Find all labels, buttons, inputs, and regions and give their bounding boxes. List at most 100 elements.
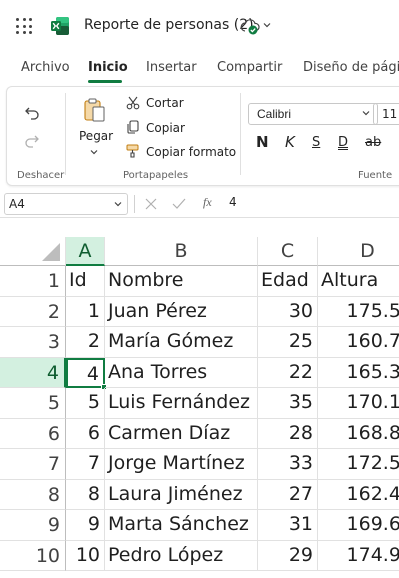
cell-c10[interactable]: 29 bbox=[258, 540, 318, 571]
cell-d6[interactable]: 168.80 bbox=[318, 419, 399, 449]
cell-a9[interactable]: 9 bbox=[66, 510, 105, 541]
enter-check-icon[interactable] bbox=[172, 198, 186, 210]
spreadsheet-grid: A B C D 1 Id Nombre Edad Altura 2 1 Juan Pérez 30 175… bbox=[0, 237, 399, 578]
format-painter-button[interactable]: Copiar formato bbox=[146, 145, 236, 159]
column-header-c[interactable]: C bbox=[258, 237, 318, 266]
formula-input[interactable]: 4 bbox=[229, 195, 237, 209]
cell-b8[interactable]: Laura Jiménez bbox=[105, 479, 258, 510]
cell-d9[interactable]: 169.60 bbox=[318, 510, 399, 541]
cell-c6[interactable]: 28 bbox=[258, 418, 318, 449]
cell-b4[interactable]: Ana Torres bbox=[105, 357, 258, 388]
cut-icon[interactable] bbox=[126, 96, 140, 110]
cell-c1[interactable]: Edad bbox=[258, 266, 318, 297]
row-header-8[interactable]: 8 bbox=[0, 479, 66, 510]
font-size-dropdown[interactable]: 11 bbox=[373, 103, 399, 125]
copy-button[interactable]: Copiar bbox=[146, 121, 185, 135]
row-header-7[interactable]: 7 bbox=[0, 449, 66, 480]
app-launcher-icon[interactable] bbox=[16, 18, 32, 34]
cell-c5[interactable]: 35 bbox=[258, 388, 318, 419]
row-header-3[interactable]: 3 bbox=[0, 327, 66, 358]
formula-bar-divider bbox=[134, 195, 135, 213]
font-name-dropdown[interactable]: Calibri bbox=[248, 103, 378, 125]
cell-a7[interactable]: 7 bbox=[66, 449, 105, 480]
column-header-b[interactable]: B bbox=[105, 237, 258, 266]
formula-bar: A4 fx 4 bbox=[0, 190, 399, 218]
tab-inicio[interactable]: Inicio bbox=[88, 60, 128, 75]
double-underline-button[interactable]: D bbox=[338, 135, 348, 150]
ribbon-divider bbox=[65, 93, 66, 175]
chevron-down-icon bbox=[362, 111, 370, 116]
cell-d8[interactable]: 162.45 bbox=[318, 480, 399, 510]
column-header-a[interactable]: A bbox=[66, 237, 105, 266]
document-title[interactable]: Reporte de personas (2) bbox=[84, 17, 254, 33]
cell-d5[interactable]: 170.10 bbox=[318, 388, 399, 419]
cell-b9[interactable]: Marta Sánchez bbox=[105, 510, 258, 541]
cell-d3[interactable]: 160.75 bbox=[318, 327, 399, 358]
undo-group-label: Deshacer bbox=[17, 170, 65, 181]
cell-c4[interactable]: 22 bbox=[258, 357, 318, 388]
cell-d1[interactable]: Altura bbox=[318, 266, 399, 297]
insert-function-icon[interactable]: fx bbox=[203, 195, 212, 210]
undo-icon[interactable] bbox=[24, 105, 40, 121]
cell-c9[interactable]: 31 bbox=[258, 510, 318, 541]
format-painter-icon[interactable] bbox=[126, 144, 140, 158]
cell-d4[interactable]: 165.30 bbox=[318, 358, 399, 388]
cell-d10[interactable]: 174.90 bbox=[318, 541, 399, 571]
cell-a10[interactable]: 10 bbox=[66, 540, 105, 571]
active-tab-indicator bbox=[88, 80, 122, 83]
column-header-d[interactable]: D bbox=[318, 237, 399, 266]
bold-button[interactable]: N bbox=[256, 133, 269, 151]
redo-icon[interactable] bbox=[24, 133, 40, 149]
name-box-value: A4 bbox=[9, 197, 25, 211]
cell-c8[interactable]: 27 bbox=[258, 479, 318, 510]
cell-c3[interactable]: 25 bbox=[258, 327, 318, 358]
cell-d2[interactable]: 175.50 bbox=[318, 297, 399, 327]
paste-icon[interactable] bbox=[83, 97, 107, 123]
cell-c2[interactable]: 30 bbox=[258, 296, 318, 327]
row-header-2[interactable]: 2 bbox=[0, 296, 66, 327]
cell-b7[interactable]: Jorge Martínez bbox=[105, 449, 258, 480]
ribbon-tabs: Archivo Inicio Insertar Compartir Diseño… bbox=[0, 54, 399, 84]
row-header-10[interactable]: 10 bbox=[0, 540, 66, 571]
cloud-saved-icon[interactable] bbox=[240, 18, 262, 36]
tab-archivo[interactable]: Archivo bbox=[21, 60, 70, 75]
cut-button[interactable]: Cortar bbox=[146, 96, 184, 110]
chevron-down-icon[interactable] bbox=[262, 20, 272, 30]
tab-insertar[interactable]: Insertar bbox=[146, 60, 197, 75]
cell-a2[interactable]: 1 bbox=[66, 296, 105, 327]
cell-b1[interactable]: Nombre bbox=[105, 266, 258, 297]
cancel-icon[interactable] bbox=[145, 198, 157, 210]
tab-compartir[interactable]: Compartir bbox=[217, 60, 282, 75]
cell-b10[interactable]: Pedro López bbox=[105, 540, 258, 571]
cell-c7[interactable]: 33 bbox=[258, 449, 318, 480]
clipboard-group-label: Portapapeles bbox=[123, 170, 189, 181]
excel-logo-icon bbox=[51, 17, 69, 35]
italic-button[interactable]: K bbox=[285, 133, 295, 151]
cell-a6[interactable]: 6 bbox=[66, 418, 105, 449]
cell-b2[interactable]: Juan Pérez bbox=[105, 296, 258, 327]
cell-a8[interactable]: 8 bbox=[66, 479, 105, 510]
row-header-1[interactable]: 1 bbox=[0, 266, 66, 297]
name-box[interactable]: A4 bbox=[4, 193, 128, 215]
copy-icon[interactable] bbox=[126, 120, 140, 134]
tab-diseno-pagina[interactable]: Diseño de págin bbox=[303, 60, 399, 75]
cell-a3[interactable]: 2 bbox=[66, 327, 105, 358]
strikethrough-button[interactable]: ab bbox=[365, 135, 381, 150]
row-header-4[interactable]: 4 bbox=[0, 357, 66, 388]
select-all-corner[interactable] bbox=[0, 237, 66, 266]
paste-button[interactable]: Pegar bbox=[79, 129, 113, 143]
ribbon-divider bbox=[240, 93, 241, 175]
row-header-5[interactable]: 5 bbox=[0, 388, 66, 419]
cell-b6[interactable]: Carmen Díaz bbox=[105, 418, 258, 449]
paste-chevron-down-icon[interactable] bbox=[89, 147, 99, 157]
row-header-6[interactable]: 6 bbox=[0, 418, 66, 449]
cell-a5[interactable]: 5 bbox=[66, 388, 105, 419]
cell-d7[interactable]: 172.50 bbox=[318, 449, 399, 480]
underline-button[interactable]: S bbox=[312, 135, 320, 150]
cell-a1[interactable]: Id bbox=[66, 266, 105, 297]
row-header-9[interactable]: 9 bbox=[0, 510, 66, 541]
cell-b5[interactable]: Luis Fernández bbox=[105, 388, 258, 419]
cell-a4[interactable]: 4 bbox=[66, 357, 105, 388]
cell-b3[interactable]: María Gómez bbox=[105, 327, 258, 358]
grid-top-spacer bbox=[0, 219, 399, 237]
